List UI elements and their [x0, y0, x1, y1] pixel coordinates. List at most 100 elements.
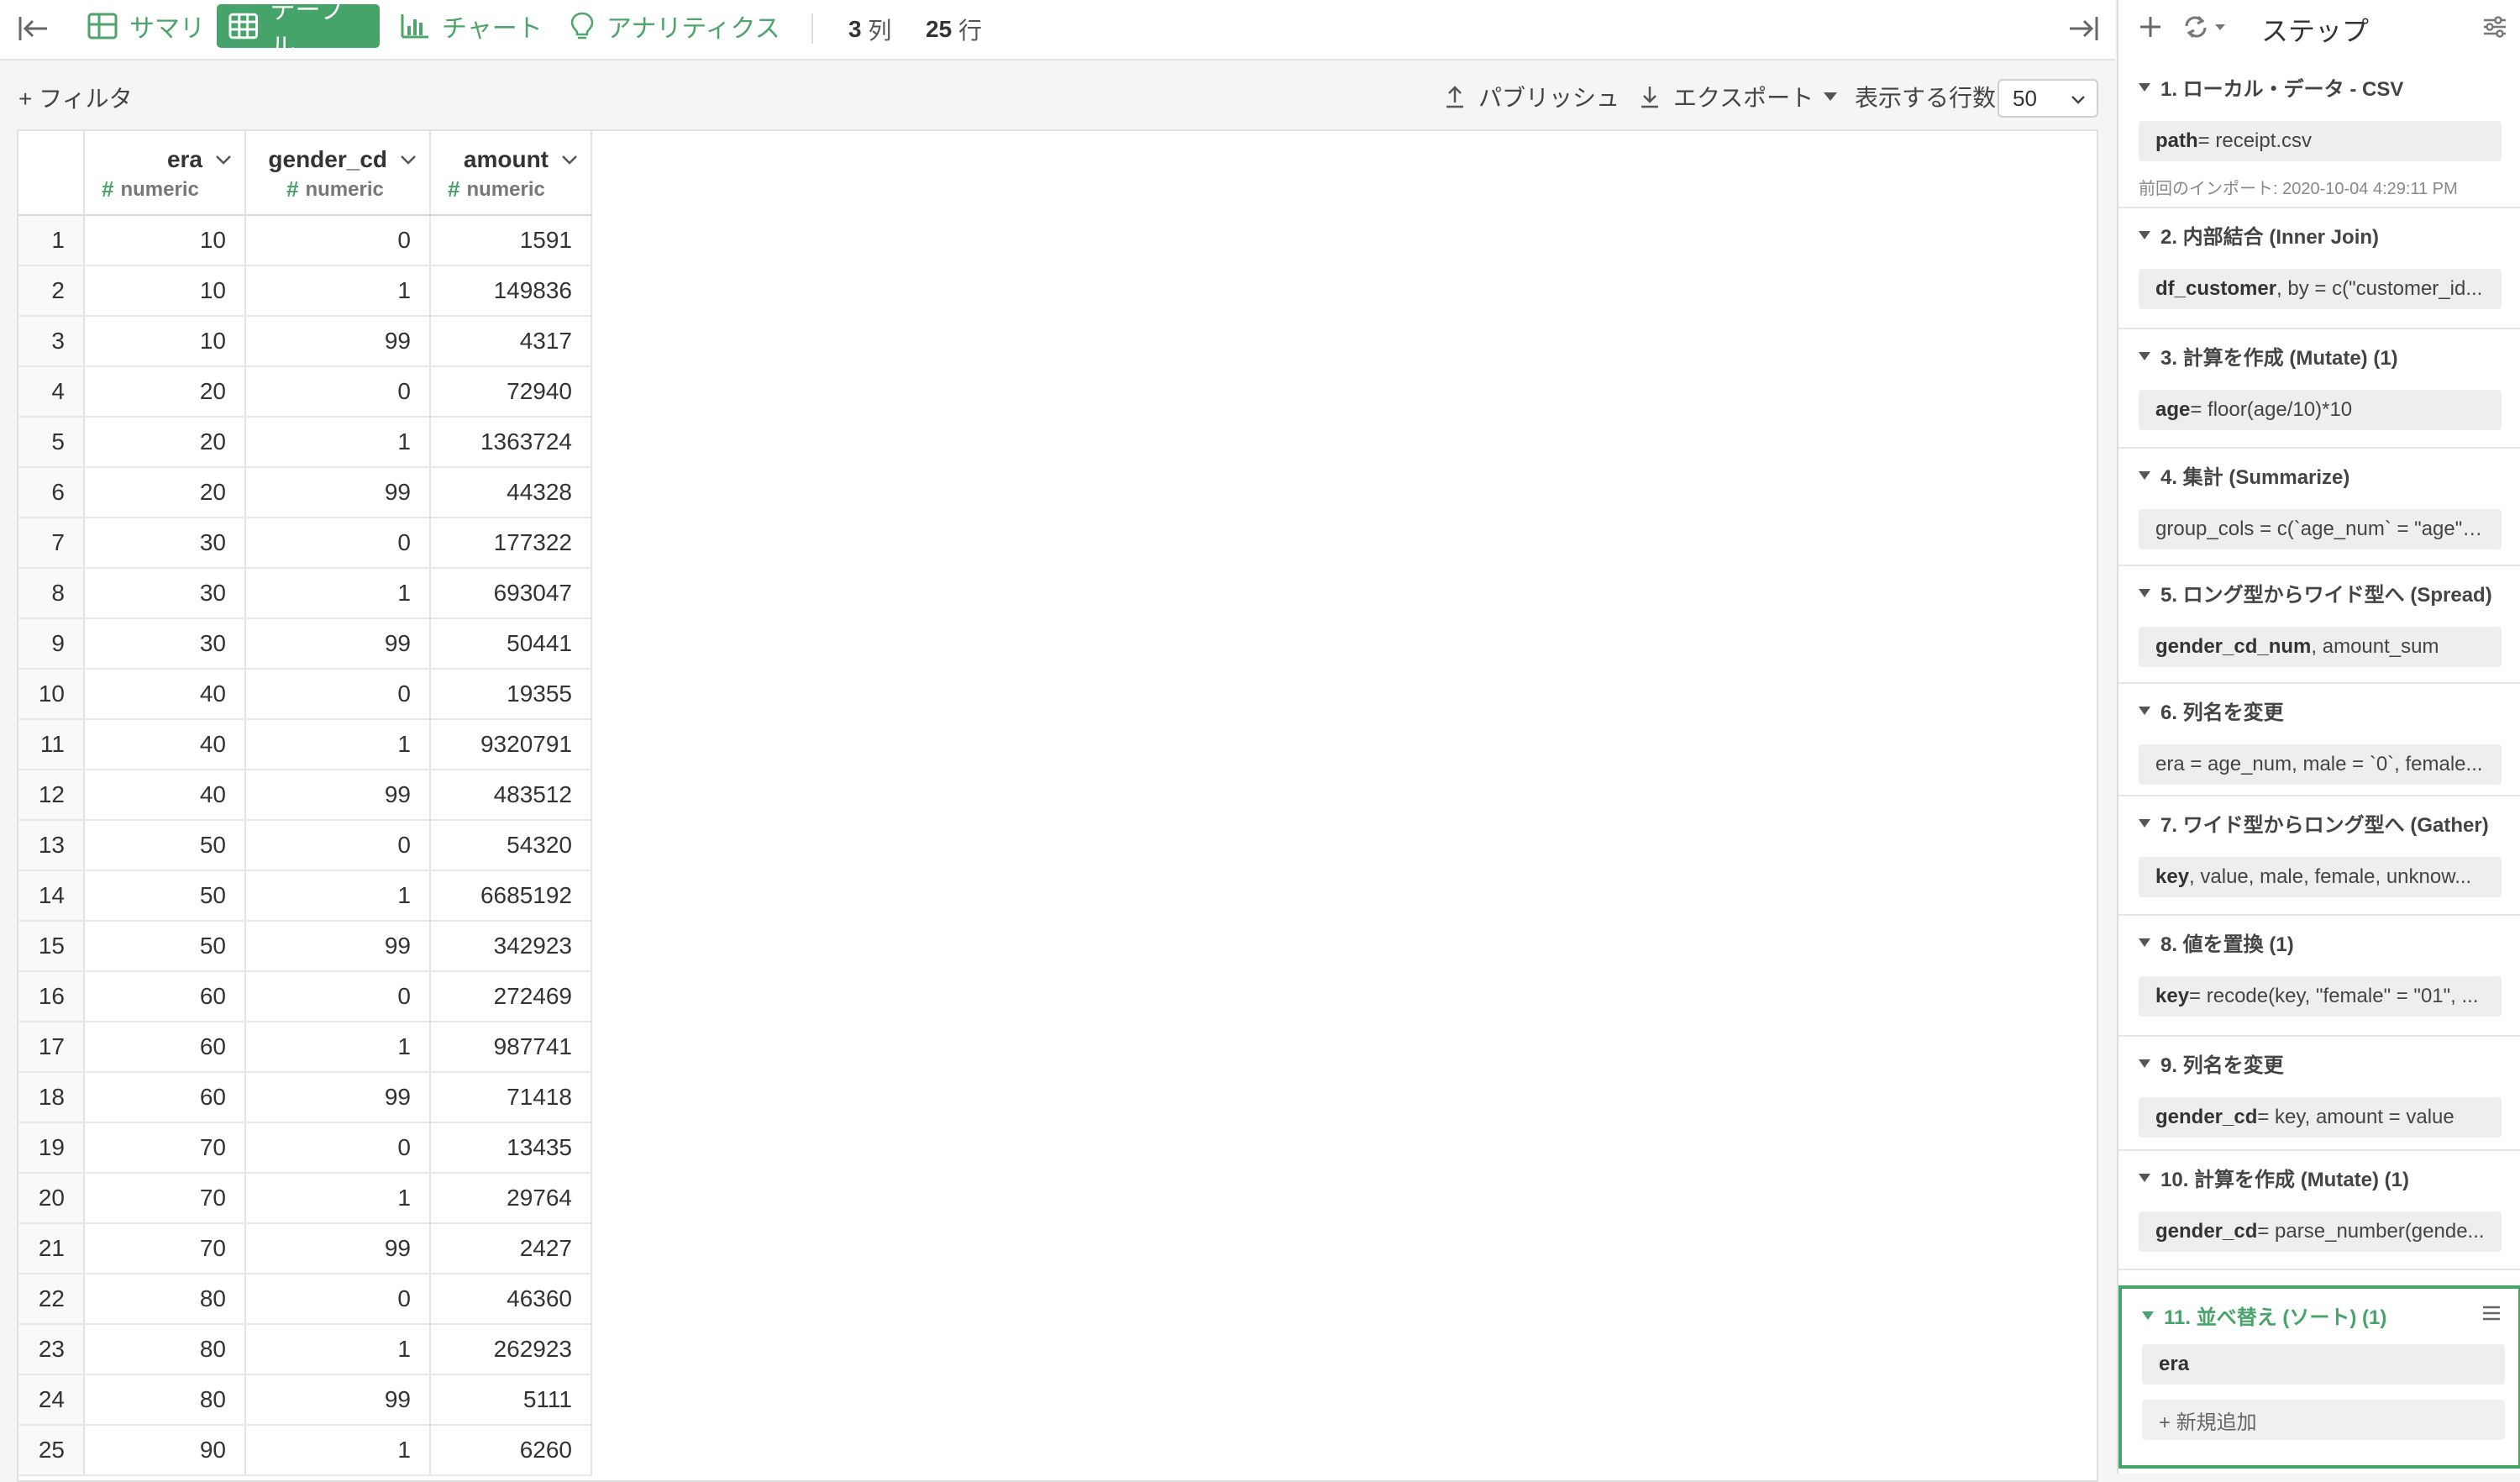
table-cell-amount[interactable]: 6685192 — [430, 870, 592, 922]
table-cell-amount[interactable]: 71418 — [430, 1072, 592, 1123]
table-cell-gender-cd[interactable]: 0 — [245, 669, 431, 720]
collapse-caret-icon[interactable] — [2139, 938, 2150, 947]
row-number[interactable]: 23 — [18, 1324, 85, 1375]
table-cell-era[interactable]: 60 — [84, 1072, 246, 1123]
table-cell-era[interactable]: 80 — [84, 1374, 246, 1426]
step-title[interactable]: 1. ローカル・データ - CSV — [2139, 72, 2403, 102]
table-cell-amount[interactable]: 5111 — [430, 1374, 592, 1426]
collapse-caret-icon[interactable] — [2139, 1173, 2150, 1182]
export-button[interactable]: エクスポート — [1638, 76, 1838, 118]
step-11[interactable]: 11. 並べ替え (ソート) (1) era + 新規追加 — [2118, 1285, 2520, 1469]
table-cell-gender-cd[interactable]: 1 — [245, 719, 431, 770]
collapse-caret-icon[interactable] — [2139, 470, 2150, 480]
row-number[interactable]: 10 — [18, 669, 85, 720]
table-cell-era[interactable]: 90 — [84, 1425, 246, 1476]
chevron-down-icon[interactable] — [560, 154, 579, 166]
chevron-down-icon[interactable] — [399, 154, 417, 166]
table-cell-gender-cd[interactable]: 1 — [245, 1324, 431, 1375]
step-expression[interactable]: era — [2142, 1344, 2505, 1385]
table-cell-amount[interactable]: 72940 — [430, 366, 592, 418]
table-cell-gender-cd[interactable]: 0 — [245, 1122, 431, 1174]
table-cell-gender-cd[interactable]: 1 — [245, 417, 431, 468]
table-cell-gender-cd[interactable]: 99 — [245, 316, 431, 367]
table-cell-amount[interactable]: 6260 — [430, 1425, 592, 1476]
row-number[interactable]: 24 — [18, 1374, 85, 1426]
step-1[interactable]: 1. ローカル・データ - CSV path = receipt.csv 前回のイン… — [2118, 60, 2520, 208]
table-cell-era[interactable]: 70 — [84, 1223, 246, 1274]
table-cell-era[interactable]: 30 — [84, 618, 246, 670]
table-cell-gender-cd[interactable]: 99 — [245, 467, 431, 518]
table-cell-amount[interactable]: 2427 — [430, 1223, 592, 1274]
table-cell-era[interactable]: 30 — [84, 568, 246, 619]
collapse-caret-icon[interactable] — [2139, 706, 2150, 715]
step-expression[interactable]: gender_cd = key, amount = value — [2139, 1097, 2502, 1138]
table-cell-gender-cd[interactable]: 1 — [245, 1022, 431, 1073]
step-title[interactable]: 3. 計算を作成 (Mutate) (1) — [2139, 341, 2398, 370]
rows-per-page-select[interactable]: 50 — [1998, 79, 2098, 118]
table-cell-amount[interactable]: 342923 — [430, 921, 592, 972]
table-cell-era[interactable]: 50 — [84, 820, 246, 871]
table-cell-gender-cd[interactable]: 1 — [245, 568, 431, 619]
menu-icon[interactable] — [2481, 1304, 2502, 1322]
table-cell-amount[interactable]: 1363724 — [430, 417, 592, 468]
step-title[interactable]: 4. 集計 (Summarize) — [2139, 460, 2349, 490]
row-number[interactable]: 9 — [18, 618, 85, 670]
row-number[interactable]: 5 — [18, 417, 85, 468]
step-expression[interactable]: gender_cd = parse_number(gende... — [2139, 1211, 2502, 1252]
table-cell-gender-cd[interactable]: 0 — [245, 518, 431, 569]
table-cell-era[interactable]: 10 — [84, 265, 246, 317]
row-number[interactable]: 3 — [18, 316, 85, 367]
step-expression[interactable]: group_cols = c(`age_num` = "age", `... — [2139, 509, 2502, 549]
tab-chart[interactable]: チャート — [388, 4, 554, 48]
expand-right-icon[interactable] — [2065, 12, 2102, 45]
row-number[interactable]: 12 — [18, 770, 85, 821]
row-number[interactable]: 22 — [18, 1274, 85, 1325]
table-cell-amount[interactable]: 177322 — [430, 518, 592, 569]
table-cell-amount[interactable]: 987741 — [430, 1022, 592, 1073]
collapse-caret-icon[interactable] — [2139, 1059, 2150, 1068]
row-number[interactable]: 25 — [18, 1425, 85, 1476]
table-cell-amount[interactable]: 29764 — [430, 1173, 592, 1224]
publish-button[interactable]: パブリッシュ — [1443, 76, 1620, 118]
table-cell-gender-cd[interactable]: 0 — [245, 820, 431, 871]
step-expression[interactable]: gender_cd_num, amount_sum — [2139, 627, 2502, 667]
step-expression[interactable]: path = receipt.csv — [2139, 121, 2502, 161]
table-cell-amount[interactable]: 46360 — [430, 1274, 592, 1325]
table-cell-era[interactable]: 60 — [84, 1022, 246, 1073]
table-cell-amount[interactable]: 272469 — [430, 971, 592, 1022]
step-expression[interactable]: df_customer, by = c("customer_id... — [2139, 269, 2502, 309]
table-cell-era[interactable]: 30 — [84, 518, 246, 569]
step-title[interactable]: 9. 列名を変更 — [2139, 1048, 2284, 1078]
add-filter-button[interactable]: + フィルタ — [18, 81, 133, 114]
table-cell-gender-cd[interactable]: 1 — [245, 1173, 431, 1224]
row-number[interactable]: 13 — [18, 820, 85, 871]
step-title[interactable]: 5. ロング型からワイド型へ (Spread) — [2139, 578, 2492, 607]
step-expression[interactable]: key = recode(key, "female" = "01", ... — [2139, 976, 2502, 1017]
table-cell-gender-cd[interactable]: 0 — [245, 1274, 431, 1325]
step-expression[interactable]: era = age_num, male = `0`, female... — [2139, 744, 2502, 785]
step-6[interactable]: 6. 列名を変更 era = age_num, male = `0`, femal… — [2118, 684, 2520, 796]
column-header-era[interactable]: era # numeric — [84, 131, 246, 216]
table-cell-era[interactable]: 40 — [84, 770, 246, 821]
table-cell-amount[interactable]: 149836 — [430, 265, 592, 317]
step-8[interactable]: 8. 値を置換 (1) key = recode(key, "female" = … — [2118, 916, 2520, 1037]
collapse-caret-icon[interactable] — [2139, 351, 2150, 360]
step-5[interactable]: 5. ロング型からワイド型へ (Spread) gender_cd_num, am… — [2118, 566, 2520, 684]
add-new-button[interactable]: + 新規追加 — [2142, 1400, 2505, 1440]
table-cell-era[interactable]: 40 — [84, 719, 246, 770]
step-10[interactable]: 10. 計算を作成 (Mutate) (1) gender_cd = parse_… — [2118, 1151, 2520, 1270]
row-number[interactable]: 6 — [18, 467, 85, 518]
row-number[interactable]: 19 — [18, 1122, 85, 1174]
collapse-left-icon[interactable] — [15, 12, 52, 45]
step-title[interactable]: 8. 値を置換 (1) — [2139, 928, 2294, 957]
table-cell-amount[interactable]: 50441 — [430, 618, 592, 670]
collapse-caret-icon[interactable] — [2139, 588, 2150, 597]
table-cell-era[interactable]: 20 — [84, 366, 246, 418]
table-cell-era[interactable]: 20 — [84, 417, 246, 468]
step-3[interactable]: 3. 計算を作成 (Mutate) (1) age = floor(age/10)… — [2118, 329, 2520, 449]
column-header-amount[interactable]: amount # numeric — [430, 131, 592, 216]
table-cell-amount[interactable]: 1591 — [430, 215, 592, 266]
table-cell-era[interactable]: 80 — [84, 1324, 246, 1375]
row-number[interactable]: 16 — [18, 971, 85, 1022]
table-cell-gender-cd[interactable]: 0 — [245, 971, 431, 1022]
